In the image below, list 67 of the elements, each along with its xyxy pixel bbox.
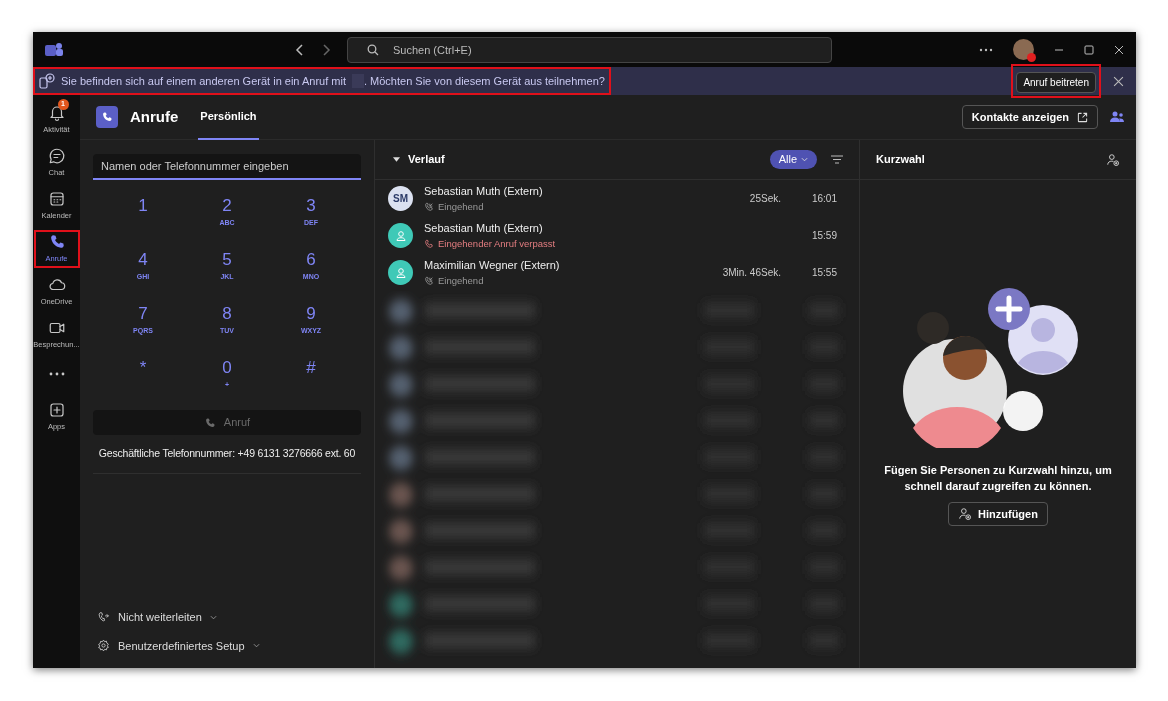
chevron-down-icon bbox=[209, 614, 217, 620]
collapse-caret-icon[interactable] bbox=[393, 157, 400, 162]
call-time: 15:59 bbox=[811, 229, 837, 243]
chevron-down-icon bbox=[252, 643, 260, 649]
add-apps-icon bbox=[47, 401, 66, 420]
caller-name: Maximilian Wegner (Extern) bbox=[424, 258, 560, 274]
initials-avatar: SM bbox=[388, 186, 413, 211]
call-status: Eingehend bbox=[438, 273, 484, 288]
call-status: Eingehender Anruf verpasst bbox=[438, 236, 556, 251]
banner-message: . Möchten Sie von diesem Gerät aus teilnehmen? bbox=[363, 73, 605, 89]
show-contacts-button[interactable]: Kontakte anzeigen bbox=[961, 105, 1098, 129]
call-history-row[interactable]: Maximilian Wegner (Extern) Eingehend 3Min. 46Sek. 15:55 bbox=[375, 254, 859, 291]
add-person-icon bbox=[1106, 152, 1120, 167]
dial-key[interactable]: * bbox=[101, 358, 185, 398]
calendar-icon bbox=[47, 190, 66, 209]
close-icon[interactable] bbox=[1113, 75, 1124, 87]
calls-app-icon bbox=[96, 106, 118, 128]
call-duration: 25Sek. bbox=[749, 192, 781, 206]
banner-message: Sie befinden sich auf einem anderen Gerät in ein Anruf mit bbox=[61, 73, 346, 89]
call-history-row[interactable]: SM Sebastian Muth (Extern) Eingehend 25Sek. 16:01 bbox=[375, 180, 859, 217]
join-call-button[interactable]: Anruf beitreten bbox=[1016, 72, 1096, 93]
incoming-call-icon bbox=[424, 201, 434, 212]
search-icon bbox=[367, 43, 379, 56]
section-title: Verlauf bbox=[408, 152, 445, 168]
user-avatar[interactable] bbox=[1013, 39, 1034, 60]
call-status: Eingehend bbox=[438, 199, 484, 214]
page-title: Anrufe bbox=[130, 106, 179, 127]
business-phone-number: Geschäftliche Telefonnummer: +49 6131 3276666 ext. 60 bbox=[93, 445, 361, 474]
missed-call-icon bbox=[424, 238, 434, 249]
tab[interactable]: Persönlich bbox=[198, 94, 259, 140]
caller-name: Sebastian Muth (Extern) bbox=[424, 221, 544, 237]
call-time: 15:55 bbox=[811, 266, 837, 280]
dial-key[interactable]: 1 bbox=[101, 196, 185, 236]
forward-icon[interactable] bbox=[321, 42, 331, 57]
maximize-icon[interactable] bbox=[1084, 44, 1094, 55]
phone-icon bbox=[203, 416, 216, 429]
section-title: Kurzwahl bbox=[876, 152, 925, 168]
filter-icon[interactable] bbox=[831, 155, 843, 164]
device-call-icon bbox=[39, 73, 55, 89]
speed-dial-hint: Fügen Sie Personen zu Kurzwahl hinzu, um schnell darauf zugreifen zu können. bbox=[883, 463, 1113, 494]
call-option-dropdown[interactable]: Benutzerdefiniertes Setup bbox=[97, 637, 357, 654]
call-duration: 3Min. 46Sek. bbox=[722, 266, 781, 280]
bell-icon bbox=[47, 104, 66, 123]
back-icon[interactable] bbox=[295, 42, 305, 57]
add-person-icon bbox=[958, 507, 973, 521]
people-icon[interactable] bbox=[1110, 111, 1124, 123]
chevron-down-icon bbox=[801, 157, 808, 162]
person-avatar bbox=[388, 223, 413, 248]
close-icon[interactable] bbox=[1114, 44, 1124, 55]
more-icon bbox=[48, 372, 65, 376]
settings-icon bbox=[97, 639, 110, 653]
incoming-call-icon bbox=[424, 275, 434, 286]
call-time: 16:01 bbox=[811, 192, 837, 206]
call-forward-icon bbox=[97, 610, 110, 624]
call-history-row[interactable]: Sebastian Muth (Extern) Eingehender Anruf verpasst 15:59 bbox=[375, 217, 859, 254]
more-icon[interactable] bbox=[979, 47, 993, 52]
chat-icon bbox=[47, 147, 66, 166]
call-option-dropdown[interactable]: Nicht weiterleiten bbox=[97, 609, 357, 626]
filter-dropdown[interactable]: Alle bbox=[769, 150, 817, 169]
add-button[interactable]: Hinzufügen bbox=[948, 502, 1048, 526]
external-link-icon bbox=[1077, 111, 1088, 123]
app-logo bbox=[45, 41, 63, 58]
caller-name: Sebastian Muth (Extern) bbox=[424, 184, 543, 200]
person-avatar bbox=[388, 260, 413, 285]
dial-key[interactable]: # bbox=[269, 358, 353, 398]
phone-number-field[interactable]: Namen oder Telefonnummer eingeben bbox=[93, 154, 361, 180]
search-field[interactable]: Suchen (Ctrl+E) bbox=[347, 36, 832, 63]
